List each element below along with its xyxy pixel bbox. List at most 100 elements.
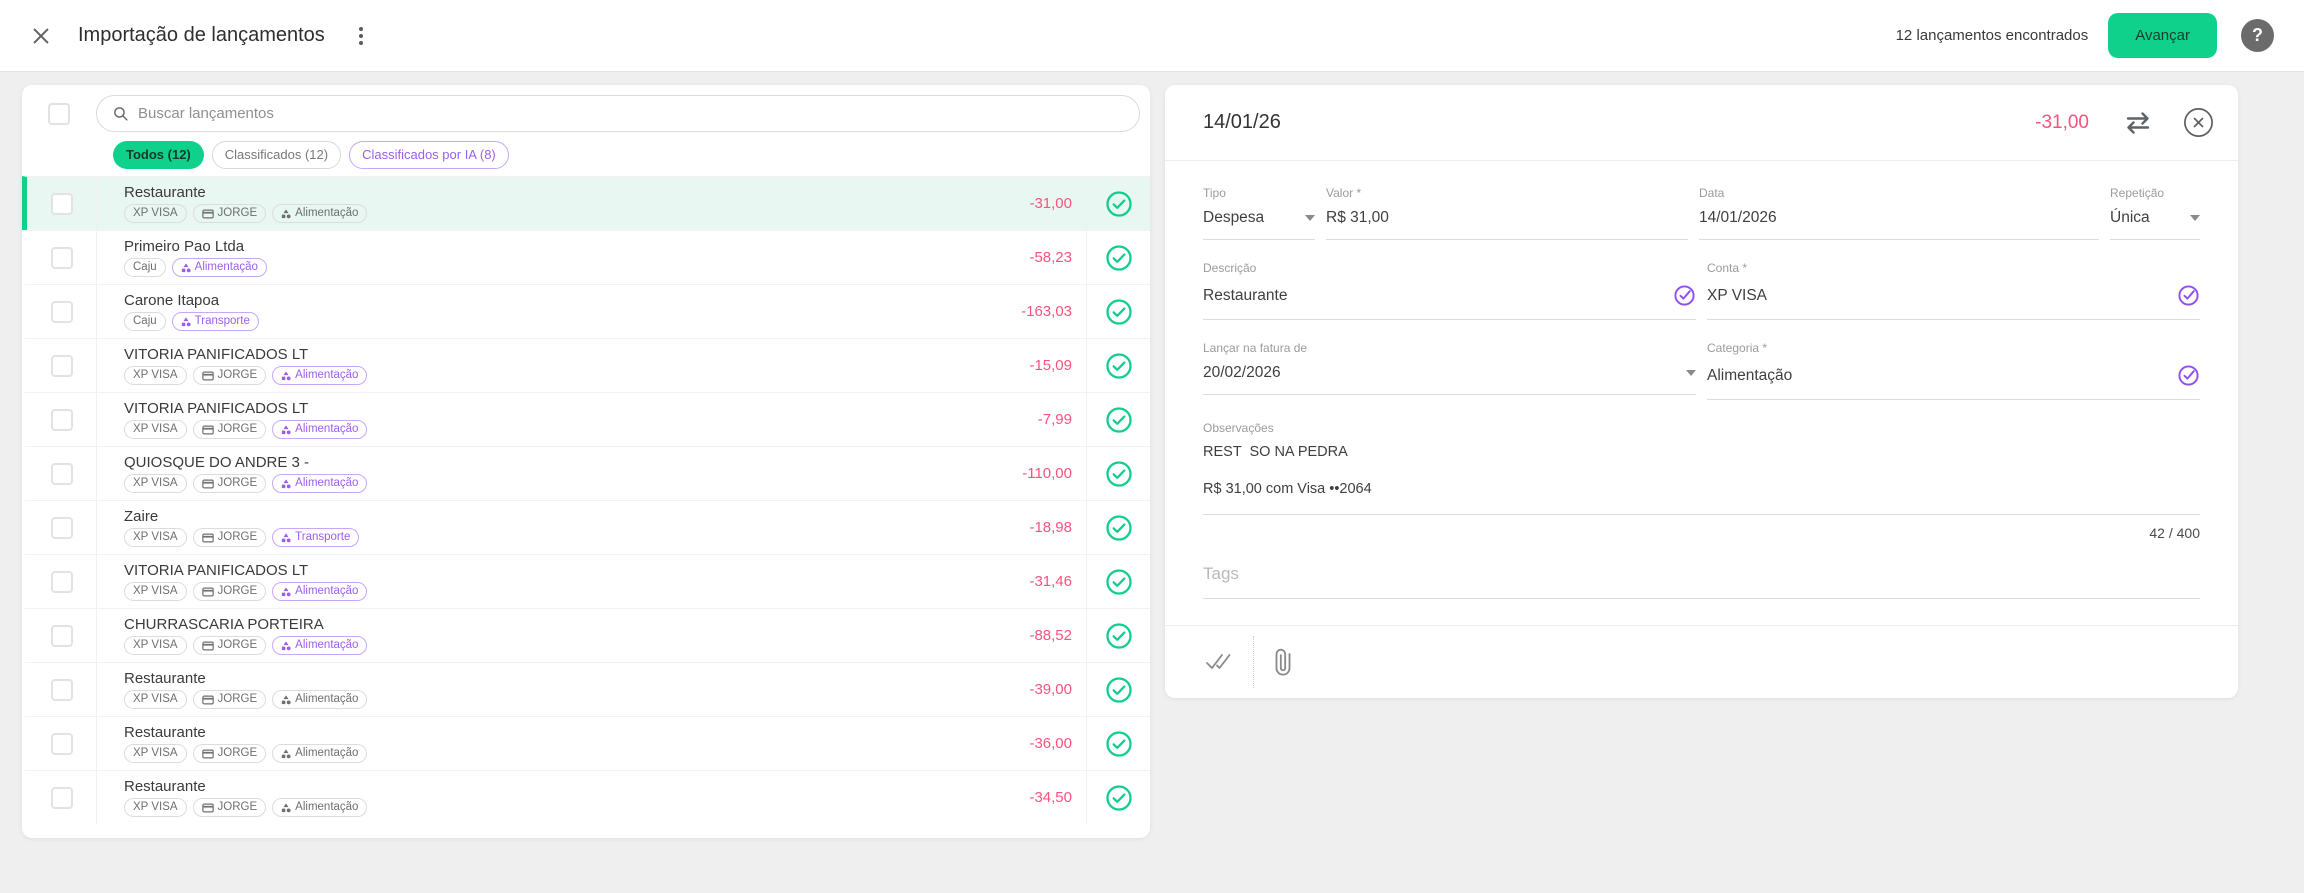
- transaction-tag-chip: JORGE: [193, 528, 267, 547]
- chip-label: XP VISA: [133, 746, 178, 761]
- row-checkbox[interactable]: [51, 301, 73, 323]
- select-all-checkbox[interactable]: [48, 103, 70, 125]
- row-checkbox[interactable]: [51, 463, 73, 485]
- filter-pill-label: Classificados (12): [225, 147, 328, 162]
- transaction-tag-chip: Alimentação: [272, 798, 367, 817]
- chevron-down-icon[interactable]: [1686, 370, 1696, 376]
- category-icon: [281, 209, 291, 219]
- transaction-chips: Caju Alimentação: [124, 258, 974, 277]
- approve-check-button[interactable]: [1086, 393, 1150, 446]
- transaction-amount: -88,52: [974, 609, 1086, 662]
- transaction-row[interactable]: QUIOSQUE DO ANDRE 3 - XP VISA: [22, 446, 1150, 500]
- approve-check-button[interactable]: [1086, 231, 1150, 284]
- transaction-tag-chip: XP VISA: [124, 528, 187, 547]
- conta-select[interactable]: XP VISA: [1707, 275, 2200, 320]
- filter-pill[interactable]: Todos (12): [113, 141, 204, 169]
- approve-check-button[interactable]: [1086, 663, 1150, 716]
- filter-pill[interactable]: Classificados por IA (8): [349, 141, 509, 169]
- row-checkbox[interactable]: [51, 787, 73, 809]
- field-label: Valor *: [1326, 186, 1688, 200]
- row-checkbox[interactable]: [51, 571, 73, 593]
- repeticao-select[interactable]: Única: [2110, 200, 2200, 240]
- advance-button[interactable]: Avançar: [2108, 13, 2217, 58]
- transaction-row[interactable]: CHURRASCARIA PORTEIRA XP VISA: [22, 608, 1150, 662]
- field-label: Tipo: [1203, 186, 1315, 200]
- transaction-row[interactable]: VITORIA PANIFICADOS LT XP VISA: [22, 392, 1150, 446]
- filter-pill[interactable]: Classificados (12): [212, 141, 341, 169]
- transaction-tag-chip: JORGE: [193, 744, 267, 763]
- tipo-select[interactable]: Despesa: [1203, 200, 1315, 240]
- help-icon[interactable]: ?: [2241, 19, 2274, 52]
- approve-check-button[interactable]: [1086, 771, 1150, 824]
- row-checkbox[interactable]: [51, 193, 73, 215]
- row-checkbox[interactable]: [51, 679, 73, 701]
- transaction-chips: XP VISA JORGE: [124, 528, 974, 547]
- chip-label: Alimentação: [295, 692, 358, 707]
- observacoes-textarea[interactable]: REST SO NA PEDRA R$ 31,00 com Visa ••206…: [1203, 435, 2200, 515]
- transaction-name: VITORIA PANIFICADOS LT: [124, 400, 974, 417]
- chevron-down-icon[interactable]: [1305, 215, 1315, 221]
- tags-input[interactable]: [1203, 558, 2200, 599]
- detail-amount: -31,00: [2035, 112, 2089, 134]
- data-input[interactable]: 14/01/2026: [1699, 200, 2099, 240]
- transaction-tag-chip: Alimentação: [272, 474, 367, 493]
- transaction-row[interactable]: Zaire XP VISA: [22, 500, 1150, 554]
- row-checkbox[interactable]: [51, 409, 73, 431]
- transaction-chips: XP VISA JORGE: [124, 420, 974, 439]
- transaction-row[interactable]: Restaurante XP VISA: [22, 176, 1150, 230]
- field-label: Descrição: [1203, 261, 1696, 275]
- approve-check-button[interactable]: [1086, 339, 1150, 392]
- char-counter: 42 / 400: [1203, 525, 2200, 541]
- card-icon: [202, 695, 214, 705]
- swap-type-icon[interactable]: [2123, 111, 2153, 135]
- approve-check-button[interactable]: [1086, 555, 1150, 608]
- field-data: Data 14/01/2026: [1699, 165, 2099, 240]
- close-icon[interactable]: [30, 25, 52, 47]
- transaction-chips: Caju Transporte: [124, 312, 974, 331]
- observacoes-line: R$ 31,00 com Visa ••2064: [1203, 481, 2200, 497]
- transaction-tag-chip: XP VISA: [124, 798, 187, 817]
- row-checkbox[interactable]: [51, 733, 73, 755]
- kebab-menu-icon[interactable]: [355, 23, 367, 49]
- row-checkbox[interactable]: [51, 625, 73, 647]
- transaction-chips: XP VISA JORGE: [124, 582, 974, 601]
- approve-check-button[interactable]: [1086, 717, 1150, 770]
- double-check-icon[interactable]: [1205, 652, 1233, 672]
- category-icon: [281, 695, 291, 705]
- transaction-row[interactable]: Restaurante XP VISA: [22, 770, 1150, 824]
- transaction-row[interactable]: Primeiro Pao Ltda Caju: [22, 230, 1150, 284]
- transaction-tag-chip: JORGE: [193, 582, 267, 601]
- chip-label: XP VISA: [133, 638, 178, 653]
- chevron-down-icon[interactable]: [2190, 215, 2200, 221]
- row-checkbox[interactable]: [51, 355, 73, 377]
- transaction-row[interactable]: Restaurante XP VISA: [22, 662, 1150, 716]
- descricao-input[interactable]: Restaurante: [1203, 275, 1696, 320]
- card-icon: [202, 479, 214, 489]
- transaction-tag-chip: Transporte: [272, 528, 359, 547]
- row-checkbox[interactable]: [51, 517, 73, 539]
- search-box[interactable]: [96, 95, 1140, 132]
- check-circle-icon: [1105, 298, 1133, 326]
- transaction-row[interactable]: VITORIA PANIFICADOS LT XP VISA: [22, 338, 1150, 392]
- approve-check-button[interactable]: [1086, 285, 1150, 338]
- approve-check-button[interactable]: [1086, 177, 1150, 230]
- field-tipo: Tipo Despesa: [1203, 165, 1315, 240]
- valor-input[interactable]: R$ 31,00: [1326, 200, 1688, 240]
- approve-check-button[interactable]: [1086, 501, 1150, 554]
- chip-label: XP VISA: [133, 368, 178, 383]
- transaction-tag-chip: Alimentação: [272, 582, 367, 601]
- transaction-row[interactable]: Restaurante XP VISA: [22, 716, 1150, 770]
- categoria-select[interactable]: Alimentação: [1707, 355, 2200, 400]
- approve-check-button[interactable]: [1086, 609, 1150, 662]
- transaction-row[interactable]: Carone Itapoa Caju: [22, 284, 1150, 338]
- row-checkbox[interactable]: [51, 247, 73, 269]
- close-circle-icon[interactable]: [2183, 107, 2214, 138]
- transaction-row[interactable]: VITORIA PANIFICADOS LT XP VISA: [22, 554, 1150, 608]
- transaction-tag-chip: Alimentação: [272, 420, 367, 439]
- search-input[interactable]: [138, 105, 1124, 122]
- chip-label: Alimentação: [295, 476, 358, 491]
- paperclip-icon[interactable]: [1265, 644, 1302, 681]
- field-label: Data: [1699, 186, 2099, 200]
- approve-check-button[interactable]: [1086, 447, 1150, 500]
- fatura-select[interactable]: 20/02/2026: [1203, 355, 1696, 395]
